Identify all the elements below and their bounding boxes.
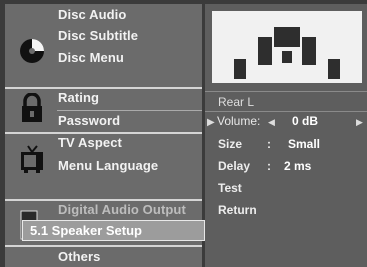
volume-label: Volume:: [217, 114, 261, 128]
menu-item-speaker-setup[interactable]: 5.1 Speaker Setup: [22, 220, 205, 241]
left-arrow-icon[interactable]: ◀: [268, 117, 275, 128]
delay-separator: :: [267, 159, 271, 173]
setup-screen: Disc Audio Disc Subtitle Disc Menu Ratin…: [0, 0, 367, 267]
volume-value[interactable]: 0 dB: [292, 114, 318, 128]
size-label: Size: [218, 137, 243, 151]
disc-icon: [19, 38, 45, 64]
divider: [57, 110, 202, 111]
divider: [5, 132, 202, 134]
menu-item-menu-language[interactable]: Menu Language: [58, 158, 158, 173]
test-button[interactable]: Test: [218, 181, 242, 195]
speaker-setup-panel: Rear L ▶ Volume: ◀ 0 dB ▶ Size : Small D…: [205, 4, 367, 267]
delay-label: Delay: [218, 159, 251, 173]
size-separator: :: [267, 137, 271, 151]
menu-item-speaker-setup-label: 5.1 Speaker Setup: [30, 223, 142, 238]
divider: [5, 245, 202, 247]
channel-label: Rear L: [218, 95, 255, 109]
menu-item-disc-menu[interactable]: Disc Menu: [58, 50, 124, 65]
menu-item-tv-aspect[interactable]: TV Aspect: [58, 135, 122, 150]
divider: [205, 111, 367, 112]
right-arrow-icon[interactable]: ▶: [356, 117, 363, 128]
divider: [5, 199, 202, 201]
menu-item-password[interactable]: Password: [58, 113, 120, 128]
right-triangle-icon: ▶: [207, 117, 215, 128]
menu-item-disc-subtitle[interactable]: Disc Subtitle: [58, 28, 138, 43]
delay-value[interactable]: 2 ms: [284, 159, 311, 173]
divider: [5, 87, 202, 89]
menu-item-disc-audio[interactable]: Disc Audio: [58, 7, 126, 22]
return-button[interactable]: Return: [218, 203, 257, 217]
size-value[interactable]: Small: [288, 137, 320, 151]
menu-item-rating[interactable]: Rating: [58, 90, 99, 105]
lock-icon: [20, 92, 44, 123]
tv-icon: [20, 145, 44, 173]
menu-item-digital-audio-output[interactable]: Digital Audio Output: [58, 202, 186, 217]
speaker-diagram: [234, 27, 340, 79]
speaker-layout-preview: [212, 11, 362, 83]
menu-item-others[interactable]: Others: [58, 249, 101, 264]
divider: [205, 91, 367, 92]
